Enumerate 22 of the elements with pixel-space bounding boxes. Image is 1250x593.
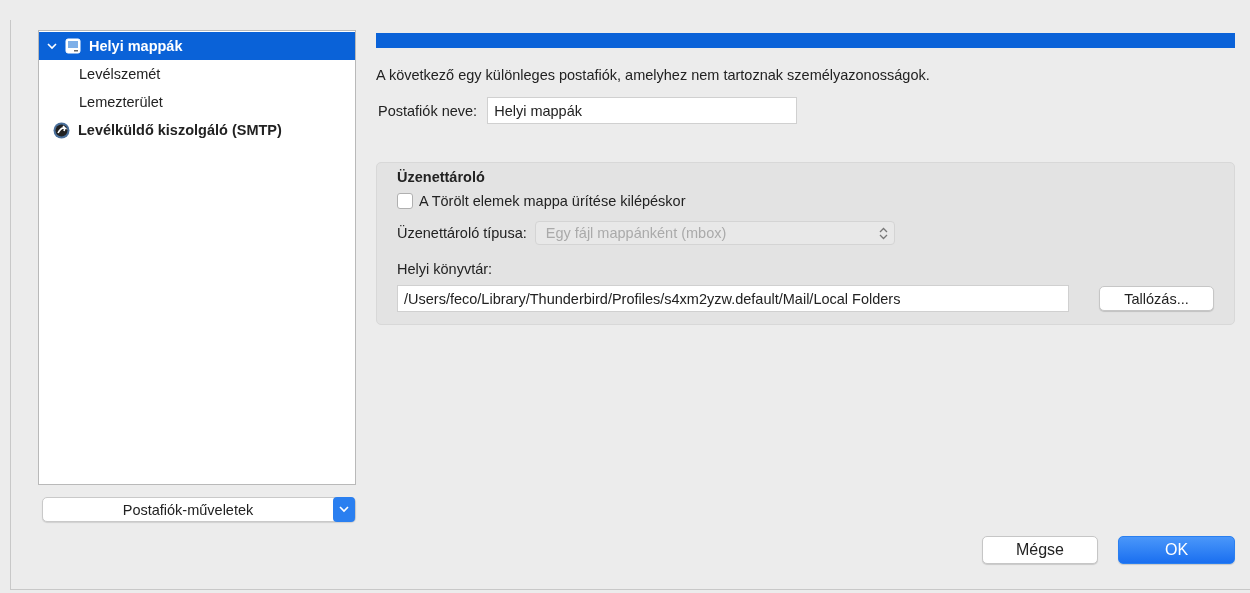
browse-button[interactable]: Tallózás... [1099, 286, 1214, 311]
description-text: A következő egy különleges postafiók, amelyhez nem tartoznak személyazonosságok. [376, 67, 931, 83]
tree-item[interactable]: Lemezterület [39, 88, 355, 116]
tree-item[interactable]: Levélküldő kiszolgáló (SMTP) [39, 116, 355, 144]
tree-item[interactable]: Levélszemét [39, 60, 355, 88]
field-label: Üzenettároló típusa: [397, 225, 527, 241]
directory-path-field[interactable]: /Users/feco/Library/Thunderbird/Profiles/s4xm2yzw.default/Mail/Local Folders [397, 285, 1069, 312]
updown-icon [878, 226, 888, 240]
globe-icon [53, 121, 70, 139]
checkbox[interactable] [397, 193, 413, 209]
computer-icon [65, 38, 81, 54]
tree-item[interactable]: Helyi mappák [39, 32, 355, 60]
account-actions-menu[interactable]: Postafiók-műveletek [42, 497, 356, 522]
chevron-icon[interactable] [47, 41, 57, 51]
ok-button[interactable]: OK [1118, 536, 1235, 564]
account-name-field[interactable]: Helyi mappák [487, 97, 798, 124]
checkbox-label: A Törölt elemek mappa ürítése kilépéskor [419, 193, 686, 209]
chevron-icon [333, 497, 355, 522]
cancel-button[interactable]: Mégse [982, 536, 1098, 564]
group-title: Üzenettároló [397, 169, 486, 185]
field-label: Postafiók neve: [378, 102, 478, 119]
field-label: Helyi könyvtár: [397, 261, 494, 277]
